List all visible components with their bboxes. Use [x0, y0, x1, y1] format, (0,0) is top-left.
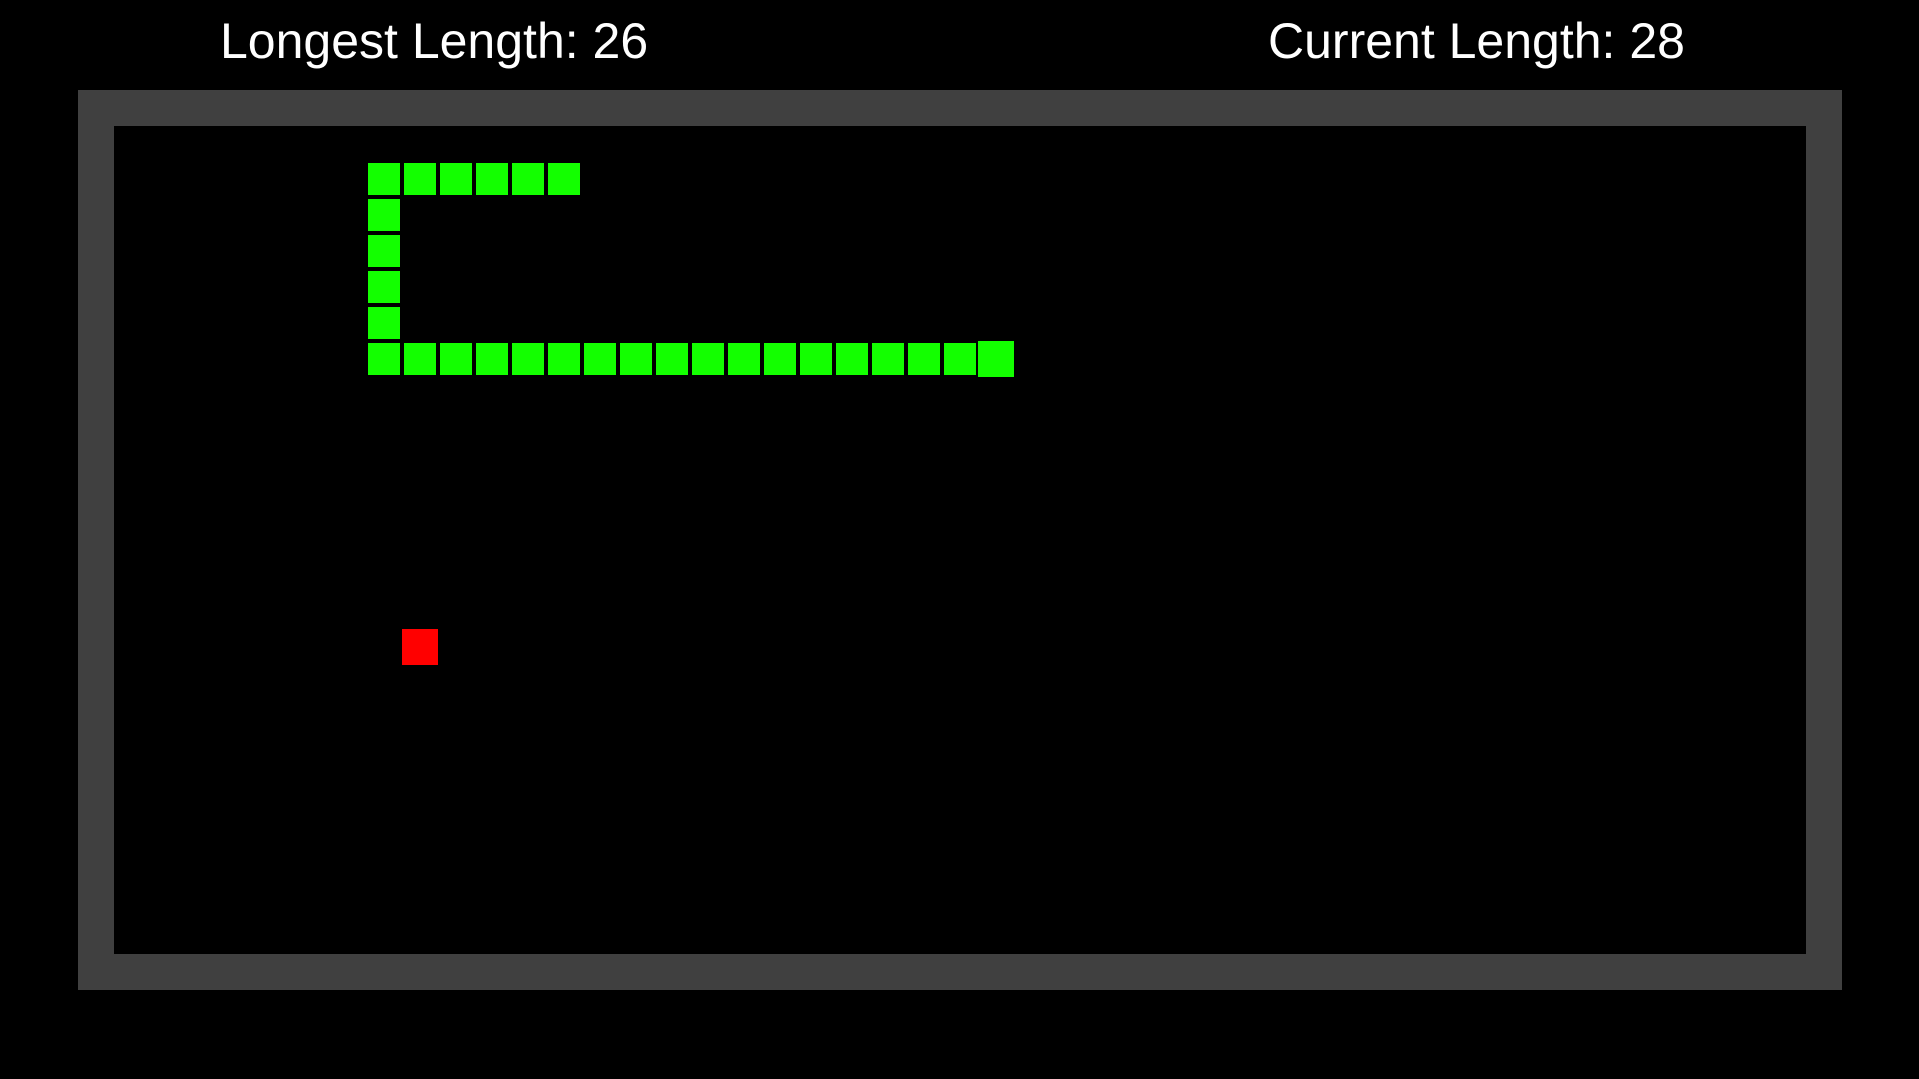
- snake-segment: [836, 343, 868, 375]
- board-border: [78, 90, 1842, 990]
- snake-segment: [440, 163, 472, 195]
- snake-segment: [368, 307, 400, 339]
- snake-segment: [620, 343, 652, 375]
- snake-segment: [800, 343, 832, 375]
- snake-segment: [476, 163, 508, 195]
- snake-segment: [908, 343, 940, 375]
- snake-segment: [404, 163, 436, 195]
- snake-segment: [368, 235, 400, 267]
- snake-segment: [476, 343, 508, 375]
- snake-segment: [368, 199, 400, 231]
- snake-segment: [368, 271, 400, 303]
- longest-length-label: Longest Length: 26: [220, 13, 649, 69]
- snake-segment: [440, 343, 472, 375]
- snake-segment: [584, 343, 616, 375]
- snake-segment: [656, 343, 688, 375]
- game-board: [114, 126, 1806, 954]
- snake-segment: [764, 343, 796, 375]
- snake-segment: [548, 343, 580, 375]
- snake-segment: [368, 343, 400, 375]
- snake-head: [978, 341, 1014, 377]
- snake-segment: [404, 343, 436, 375]
- snake-segment: [548, 163, 580, 195]
- snake-segment: [692, 343, 724, 375]
- snake-segment: [728, 343, 760, 375]
- food-pellet: [402, 629, 438, 665]
- current-length-label: Current Length: 28: [1268, 13, 1685, 69]
- snake-segment: [944, 343, 976, 375]
- snake-segment: [872, 343, 904, 375]
- snake-segment: [368, 163, 400, 195]
- snake-segment: [512, 163, 544, 195]
- snake-segment: [512, 343, 544, 375]
